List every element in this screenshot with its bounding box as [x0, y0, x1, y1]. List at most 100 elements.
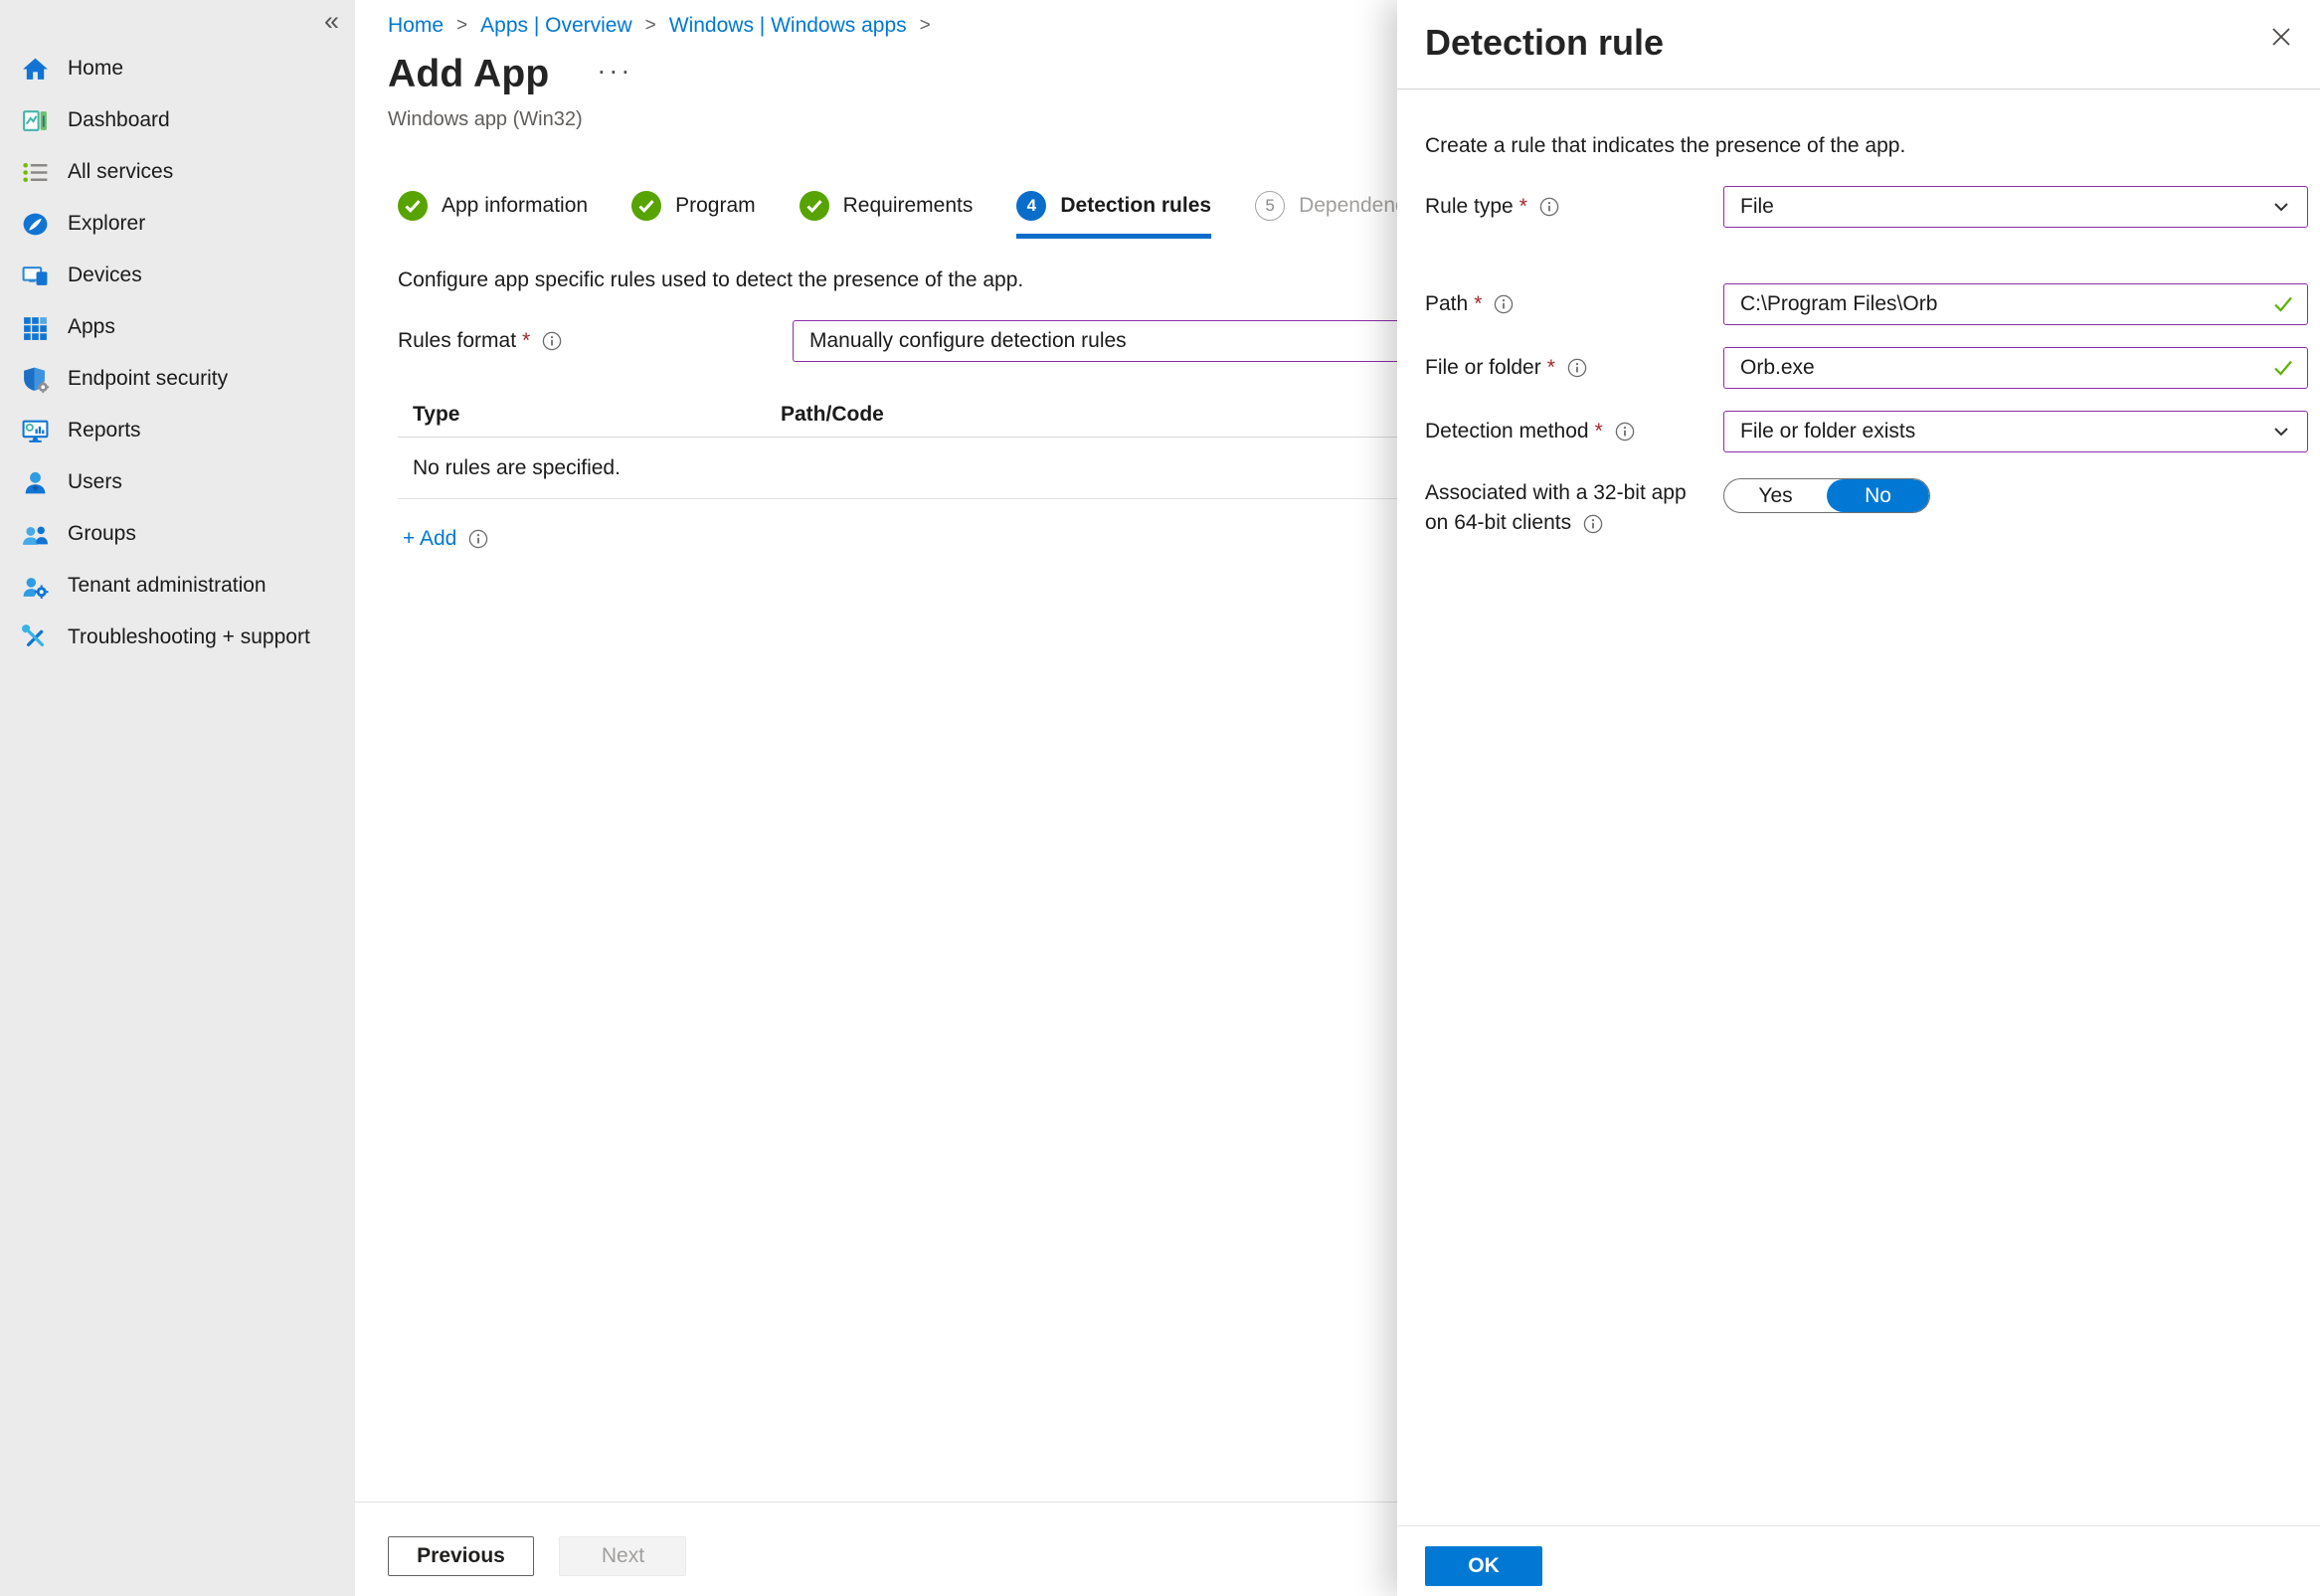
sidebar-item-endpoint-security[interactable]: Endpoint security: [0, 353, 355, 405]
add-rule-button[interactable]: + Add: [403, 527, 456, 551]
sidebar-item-reports[interactable]: Reports: [0, 405, 355, 456]
valid-check-icon: [2272, 357, 2294, 379]
info-icon[interactable]: [1539, 197, 1559, 217]
sidebar-item-label: Devices: [68, 264, 142, 287]
sidebar-item-label: Users: [68, 470, 122, 494]
required-asterisk: *: [522, 329, 530, 353]
groups-icon: [21, 520, 50, 549]
reports-icon: [21, 417, 50, 445]
chevron-down-icon: [2271, 422, 2291, 442]
sidebar-item-tenant-administration[interactable]: Tenant administration: [0, 560, 355, 612]
breadcrumb-separator: >: [645, 15, 656, 37]
info-icon[interactable]: [1494, 294, 1514, 314]
endpoint-security-icon: [21, 365, 50, 394]
path-label: Path *: [1425, 292, 1723, 316]
column-header-path-code: Path/Code: [781, 403, 884, 427]
rules-format-dropdown[interactable]: Manually configure detection rules: [793, 320, 1489, 362]
required-asterisk: *: [1519, 195, 1527, 219]
associated-32bit-row: Associated with a 32-bit app on 64-bit c…: [1425, 478, 2308, 539]
troubleshooting-icon: [21, 623, 50, 652]
info-icon[interactable]: [1615, 422, 1635, 442]
table-header-row: Type Path/Code: [398, 392, 1472, 438]
sidebar: « Home Dashboard All services Explorer D…: [0, 0, 355, 1596]
sidebar-item-label: Home: [68, 57, 123, 81]
panel-title: Detection rule: [1425, 22, 2292, 64]
page-title: Add App: [388, 53, 549, 96]
file-or-folder-row: File or folder *: [1425, 347, 2308, 389]
step-label: App information: [442, 194, 588, 218]
dashboard-icon: [21, 106, 50, 135]
sidebar-item-troubleshooting[interactable]: Troubleshooting + support: [0, 612, 355, 663]
chevron-down-icon: [2271, 197, 2291, 217]
breadcrumb-link-home[interactable]: Home: [388, 14, 444, 38]
step-label: Requirements: [843, 194, 974, 218]
tenant-administration-icon: [21, 572, 50, 601]
breadcrumb-separator: >: [456, 15, 467, 37]
sidebar-item-all-services[interactable]: All services: [0, 146, 355, 198]
breadcrumb-link-windows-apps[interactable]: Windows | Windows apps: [669, 14, 907, 38]
file-or-folder-label: File or folder *: [1425, 356, 1723, 380]
rules-format-label: Rules format *: [398, 329, 793, 353]
sidebar-item-home[interactable]: Home: [0, 43, 355, 94]
info-icon[interactable]: [468, 529, 488, 549]
required-asterisk: *: [1474, 292, 1482, 316]
devices-icon: [21, 262, 50, 290]
valid-check-icon: [2272, 293, 2294, 315]
sidebar-item-apps[interactable]: Apps: [0, 301, 355, 353]
table-empty-row: No rules are specified.: [398, 438, 1472, 499]
sidebar-item-label: Endpoint security: [68, 367, 228, 391]
info-icon[interactable]: [1567, 358, 1587, 378]
step-detection-rules[interactable]: 4 Detection rules: [1016, 191, 1211, 239]
step-complete-check-icon: [800, 191, 829, 221]
step-app-information[interactable]: App information: [398, 191, 588, 234]
sidebar-item-users[interactable]: Users: [0, 456, 355, 508]
detection-method-dropdown[interactable]: File or folder exists: [1723, 411, 2308, 452]
sidebar-item-devices[interactable]: Devices: [0, 250, 355, 301]
rule-type-dropdown[interactable]: File: [1723, 186, 2308, 228]
rule-type-row: Rule type * File: [1425, 186, 2308, 228]
toggle-option-yes[interactable]: Yes: [1724, 479, 1827, 512]
panel-description: Create a rule that indicates the presenc…: [1425, 134, 2308, 158]
associated-32bit-label: Associated with a 32-bit app on 64-bit c…: [1425, 478, 1723, 539]
close-icon[interactable]: [2268, 24, 2294, 50]
path-input[interactable]: [1723, 283, 2308, 325]
sidebar-collapse-icon[interactable]: «: [324, 8, 339, 35]
breadcrumb-link-apps-overview[interactable]: Apps | Overview: [480, 14, 632, 38]
panel-footer: OK: [1397, 1525, 2320, 1596]
info-icon[interactable]: [1583, 514, 1603, 534]
sidebar-item-explorer[interactable]: Explorer: [0, 198, 355, 250]
info-icon[interactable]: [542, 331, 562, 351]
toggle-option-no[interactable]: No: [1827, 479, 1929, 512]
next-button[interactable]: Next: [559, 1536, 686, 1576]
associated-32bit-toggle[interactable]: Yes No: [1723, 478, 1930, 513]
all-services-icon: [21, 158, 50, 187]
breadcrumb-separator: >: [920, 15, 931, 37]
sidebar-item-label: Dashboard: [68, 108, 170, 132]
step-complete-check-icon: [398, 191, 428, 221]
empty-rules-text: No rules are specified.: [413, 456, 621, 480]
column-header-type: Type: [398, 403, 781, 427]
detection-rule-panel: Detection rule Create a rule that indica…: [1397, 0, 2320, 1596]
step-number: 4: [1016, 191, 1046, 221]
step-label: Detection rules: [1060, 194, 1211, 218]
previous-button[interactable]: Previous: [388, 1536, 534, 1576]
sidebar-item-label: All services: [68, 160, 173, 184]
more-options-icon[interactable]: ···: [597, 71, 632, 79]
sidebar-item-label: Explorer: [68, 212, 145, 236]
file-or-folder-input[interactable]: [1723, 347, 2308, 389]
step-label: Program: [675, 194, 756, 218]
sidebar-item-groups[interactable]: Groups: [0, 508, 355, 560]
sidebar-item-dashboard[interactable]: Dashboard: [0, 94, 355, 146]
sidebar-item-label: Apps: [68, 315, 115, 339]
step-program[interactable]: Program: [631, 191, 756, 234]
apps-icon: [21, 313, 50, 342]
panel-header: Detection rule: [1397, 0, 2320, 89]
required-asterisk: *: [1595, 420, 1603, 443]
explorer-icon: [21, 210, 50, 239]
ok-button[interactable]: OK: [1425, 1546, 1542, 1586]
detection-rules-table: Type Path/Code No rules are specified.: [398, 392, 1472, 499]
required-asterisk: *: [1547, 356, 1555, 380]
detection-method-label: Detection method *: [1425, 420, 1723, 443]
sidebar-item-label: Tenant administration: [68, 574, 267, 598]
step-requirements[interactable]: Requirements: [800, 191, 974, 234]
